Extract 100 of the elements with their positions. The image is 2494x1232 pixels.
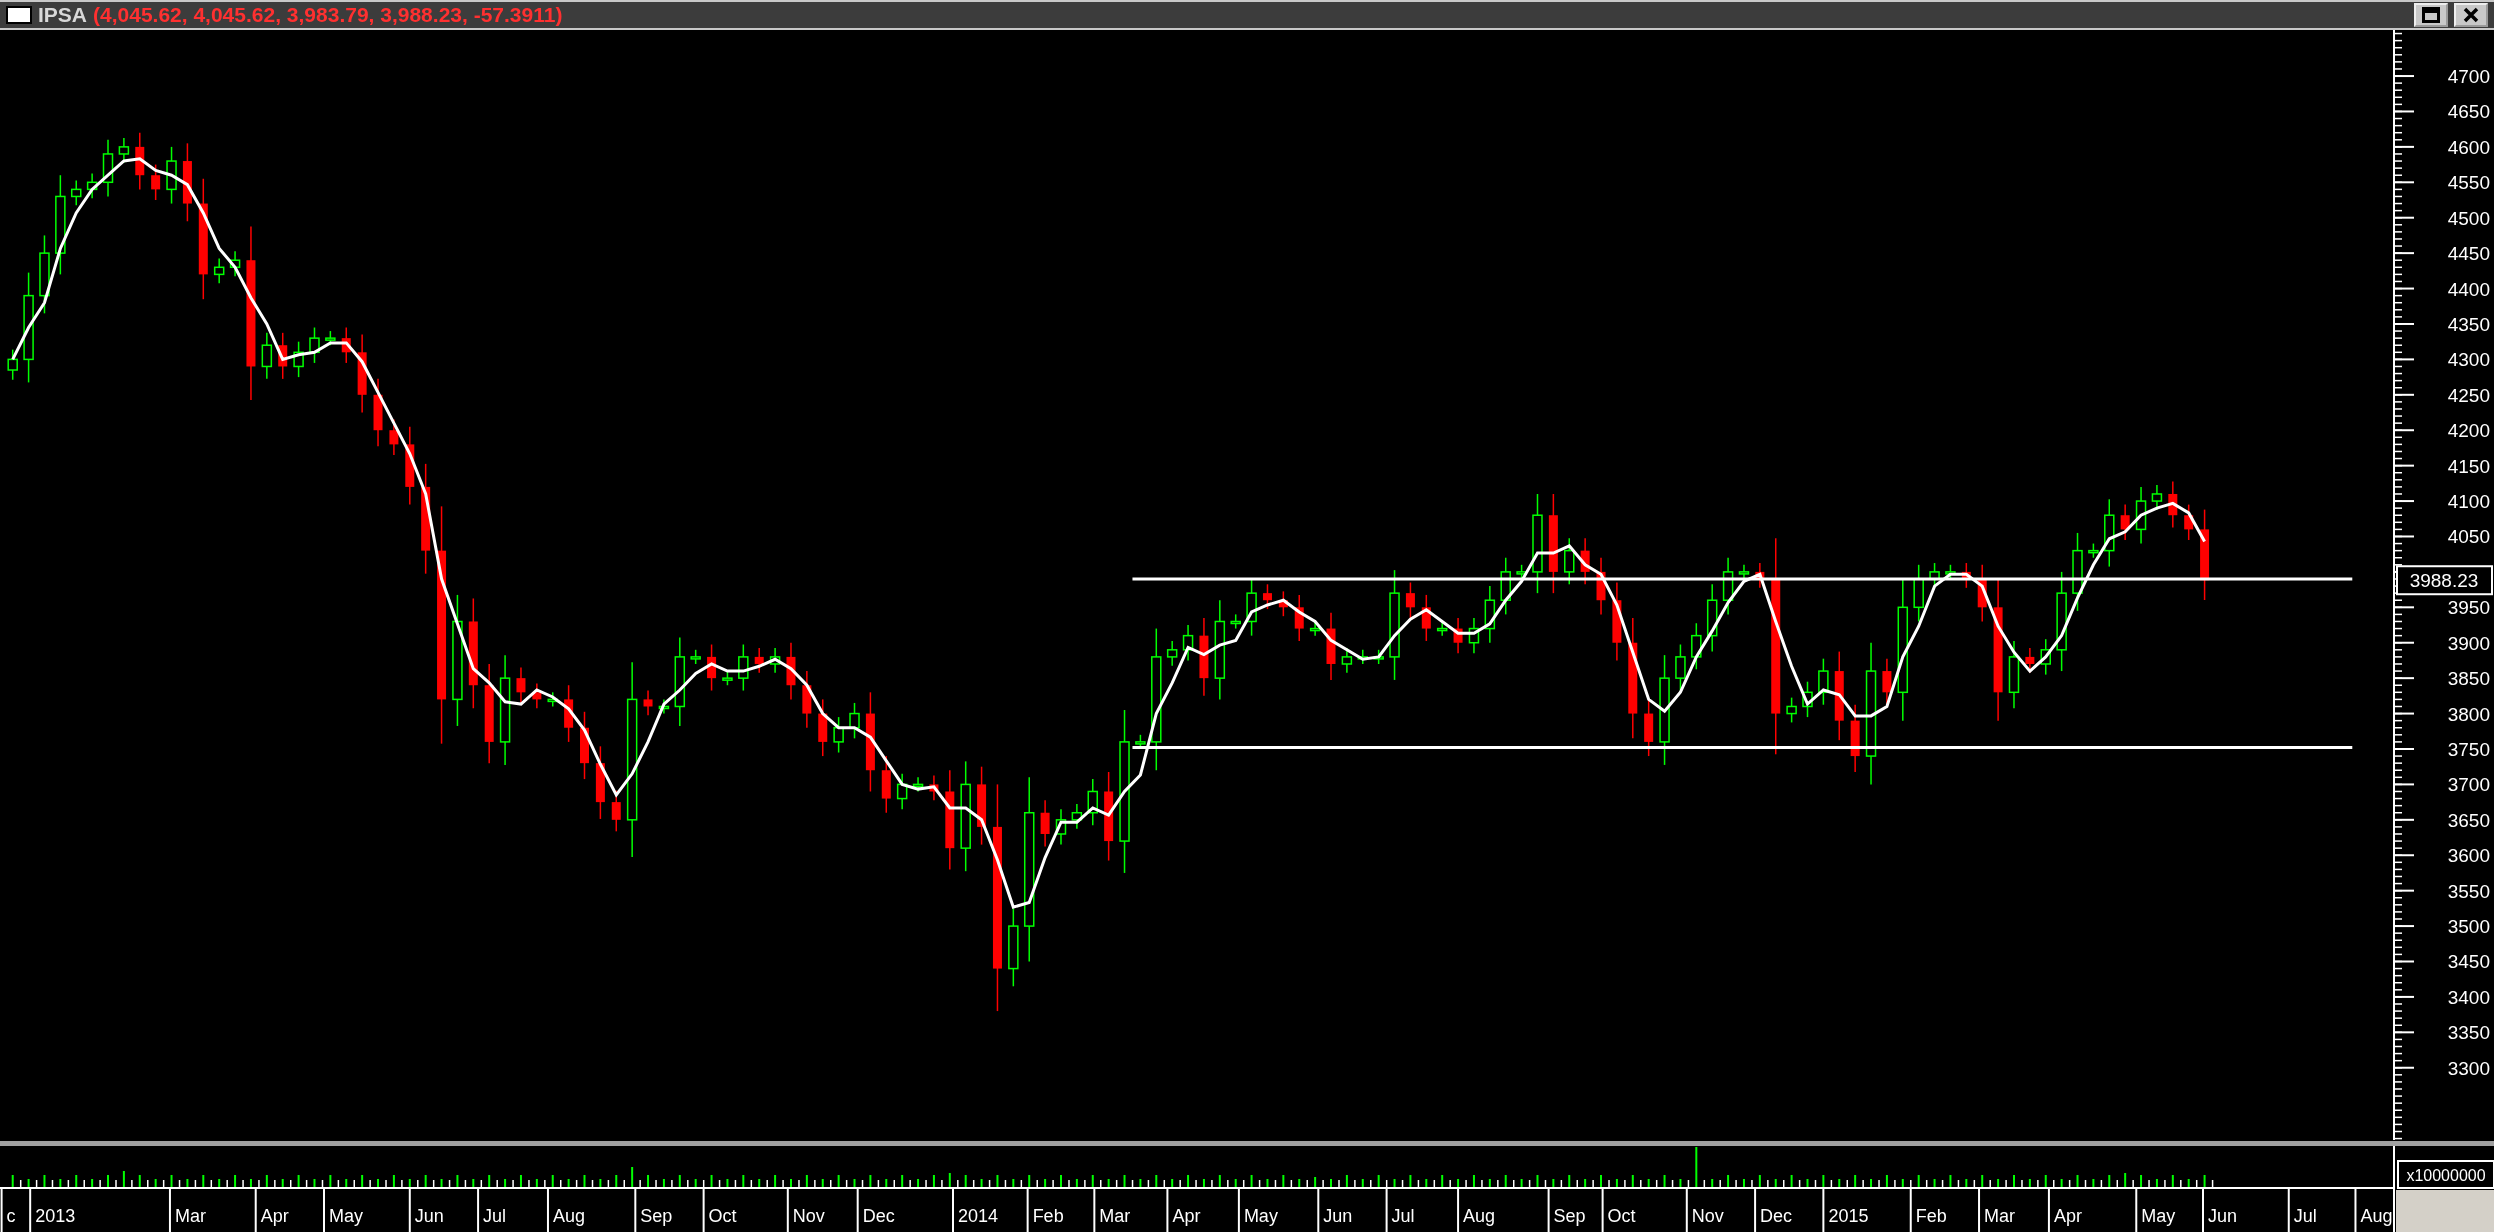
candlestick bbox=[738, 643, 749, 692]
candlestick bbox=[1468, 617, 1480, 655]
candlestick bbox=[2104, 498, 2115, 568]
month-label: Jun bbox=[414, 1206, 444, 1226]
price-axis-label: 4200 bbox=[2447, 420, 2490, 442]
month-label: Oct bbox=[1607, 1206, 1636, 1226]
close-button[interactable] bbox=[2454, 3, 2488, 27]
price-axis-label: 3950 bbox=[2447, 597, 2490, 619]
candlestick bbox=[580, 711, 589, 780]
candlestick bbox=[2088, 542, 2099, 559]
candlestick bbox=[1040, 799, 1050, 848]
candlestick bbox=[754, 647, 764, 674]
price-axis-label: 4600 bbox=[2447, 136, 2490, 158]
month-label: Jun bbox=[2208, 1206, 2237, 1226]
candlestick bbox=[1516, 564, 1527, 580]
price-axis-label: 3800 bbox=[2447, 703, 2490, 725]
price-axis-label: 4550 bbox=[2447, 172, 2490, 194]
month-label: Nov bbox=[792, 1206, 825, 1226]
candlestick bbox=[1309, 620, 1321, 637]
candlestick bbox=[1087, 778, 1098, 826]
candlestick bbox=[1786, 696, 1797, 724]
candlestick bbox=[1802, 680, 1813, 718]
candlestick bbox=[1326, 611, 1336, 681]
month-label: Mar bbox=[174, 1206, 206, 1226]
candlestick bbox=[151, 163, 161, 201]
month-label: 2013 bbox=[35, 1206, 76, 1226]
candlestick bbox=[2040, 638, 2051, 676]
month-label: Dec bbox=[862, 1206, 895, 1226]
candlestick bbox=[341, 326, 351, 364]
month-label: Jun bbox=[1323, 1206, 1353, 1226]
price-axis-label: 3900 bbox=[2447, 632, 2490, 654]
candlestick bbox=[881, 755, 891, 814]
candlestick bbox=[1850, 703, 1860, 773]
candlestick bbox=[643, 689, 653, 717]
candlestick bbox=[1580, 537, 1590, 586]
month-label: Jul bbox=[2293, 1206, 2317, 1226]
window-title: IPSA bbox=[38, 3, 87, 27]
candlestick bbox=[1436, 620, 1448, 637]
month-label: Aug bbox=[2360, 1206, 2393, 1226]
candlestick bbox=[833, 716, 844, 754]
candlestick bbox=[1818, 657, 1829, 706]
candlestick bbox=[1230, 613, 1241, 630]
candlestick bbox=[229, 250, 241, 277]
candlestick bbox=[802, 670, 812, 729]
candlestick bbox=[2168, 480, 2178, 529]
month-label: Feb bbox=[1032, 1206, 1064, 1226]
candlestick bbox=[1755, 562, 1765, 589]
price-axis-label: 3850 bbox=[2447, 668, 2490, 690]
candlestick bbox=[1166, 640, 1178, 667]
volume-scale-tag: x10000000 bbox=[2397, 1160, 2494, 1189]
candlestick bbox=[1246, 578, 1257, 637]
price-axis-label: 3600 bbox=[2447, 845, 2490, 867]
price-axis-label: 3550 bbox=[2447, 880, 2490, 902]
month-label: Mar bbox=[1099, 1206, 1131, 1226]
candlestick bbox=[1691, 622, 1702, 671]
candlestick bbox=[564, 684, 574, 743]
price-axis-label: 3450 bbox=[2447, 951, 2490, 973]
candlestick bbox=[611, 789, 621, 833]
candlestick bbox=[261, 332, 273, 380]
candlestick bbox=[1453, 617, 1463, 655]
month-label: Apr bbox=[1172, 1206, 1201, 1226]
price-axis-label: 4100 bbox=[2447, 491, 2490, 513]
month-label: May bbox=[1243, 1206, 1278, 1226]
candlestick bbox=[1913, 564, 1924, 623]
candlestick bbox=[102, 139, 114, 198]
candlestick bbox=[389, 418, 399, 456]
candlestick bbox=[1500, 557, 1511, 616]
month-label: Oct bbox=[708, 1206, 737, 1226]
candlestick bbox=[2008, 640, 2020, 709]
candlestick bbox=[516, 666, 526, 704]
candlestick bbox=[1278, 590, 1288, 617]
candlestick bbox=[1706, 583, 1718, 653]
price-axis-label: 4450 bbox=[2447, 243, 2490, 265]
month-label: Mar bbox=[1984, 1206, 2016, 1226]
month-label: May bbox=[2141, 1206, 2176, 1226]
candlestick bbox=[86, 172, 98, 199]
price-axis-label: 4150 bbox=[2447, 455, 2490, 477]
price-axis-label: 4300 bbox=[2447, 349, 2490, 371]
candlestick bbox=[690, 649, 701, 665]
candlestick bbox=[1564, 537, 1575, 586]
candlestick bbox=[71, 179, 82, 207]
candlestick bbox=[1294, 594, 1304, 642]
month-label: Sep bbox=[640, 1206, 673, 1226]
month-label: Sep bbox=[1553, 1206, 1586, 1226]
candlestick bbox=[213, 257, 225, 284]
price-axis-label: 3350 bbox=[2447, 1022, 2490, 1044]
candlestick bbox=[1596, 557, 1606, 616]
candlestick bbox=[1405, 581, 1415, 619]
candlestick bbox=[1055, 808, 1067, 846]
price-axis-label: 4500 bbox=[2447, 207, 2490, 229]
price-axis-label: 3700 bbox=[2447, 774, 2490, 796]
candlestick bbox=[1644, 698, 1654, 757]
candlestick bbox=[373, 378, 383, 447]
month-label: c bbox=[6, 1206, 16, 1226]
restore-button[interactable] bbox=[2414, 3, 2448, 27]
month-label: Aug bbox=[552, 1206, 585, 1226]
candlestick bbox=[1421, 594, 1431, 642]
candlestick bbox=[896, 773, 908, 810]
candlestick bbox=[135, 131, 145, 191]
candlestick bbox=[309, 326, 320, 364]
